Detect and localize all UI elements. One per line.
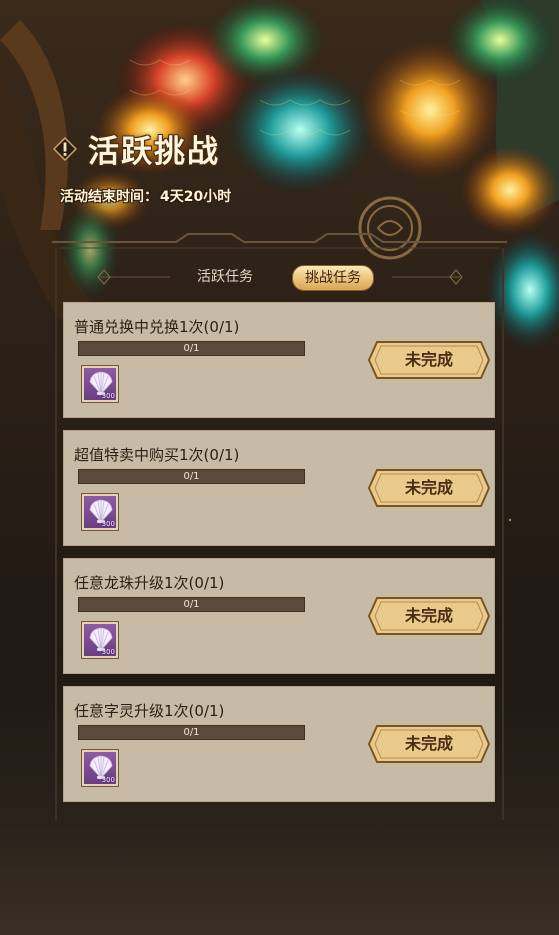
reward-count: 300 [101,648,115,656]
status-button-incomplete[interactable]: 未完成 [367,468,491,508]
reward-item[interactable]: 300 [82,366,118,402]
task-progress-bar: 0/1 [78,469,305,484]
task-progress-text: 0/1 [183,471,200,482]
tab-active-tasks[interactable]: 活跃任务 [186,265,264,289]
info-icon[interactable] [52,136,78,162]
status-label: 未完成 [404,734,453,753]
task-card: 普通兑换中兑换1次(0/1) 0/1 300 未完成 [63,302,495,418]
status-button-incomplete[interactable]: 未完成 [367,724,491,764]
page-header: 活跃挑战 [52,126,220,171]
status-button-incomplete[interactable]: 未完成 [367,340,491,380]
task-list: 普通兑换中兑换1次(0/1) 0/1 300 未完成 超值特卖中购买1次(0/1… [63,302,495,814]
end-time-value: 4天20小时 [160,189,232,205]
reward-item[interactable]: 300 [82,622,118,658]
task-title: 普通兑换中兑换1次(0/1) [74,318,240,336]
reward-count: 300 [101,392,115,400]
task-progress-bar: 0/1 [78,597,305,612]
reward-count: 300 [101,520,115,528]
status-label: 未完成 [404,350,453,369]
end-time-label: 活动结束时间： [60,189,158,205]
task-title: 超值特卖中购买1次(0/1) [74,446,240,464]
task-card: 任意字灵升级1次(0/1) 0/1 300 未完成 [63,686,495,802]
task-progress-bar: 0/1 [78,725,305,740]
reward-item[interactable]: 300 [82,494,118,530]
task-card: 超值特卖中购买1次(0/1) 0/1 300 未完成 [63,430,495,546]
status-label: 未完成 [404,478,453,497]
task-card: 任意龙珠升级1次(0/1) 0/1 300 未完成 [63,558,495,674]
task-progress-text: 0/1 [183,343,200,354]
event-end-time: 活动结束时间： 4天20小时 [60,186,231,206]
task-tabs: 活跃任务 挑战任务 [60,262,500,292]
tab-challenge-tasks[interactable]: 挑战任务 [292,265,374,291]
status-button-incomplete[interactable]: 未完成 [367,596,491,636]
page-title: 活跃挑战 [88,134,220,170]
task-title: 任意字灵升级1次(0/1) [74,702,225,720]
task-title: 任意龙珠升级1次(0/1) [74,574,225,592]
task-progress-bar: 0/1 [78,341,305,356]
reward-count: 300 [101,776,115,784]
task-progress-text: 0/1 [183,599,200,610]
task-progress-text: 0/1 [183,727,200,738]
status-label: 未完成 [404,606,453,625]
reward-item[interactable]: 300 [82,750,118,786]
